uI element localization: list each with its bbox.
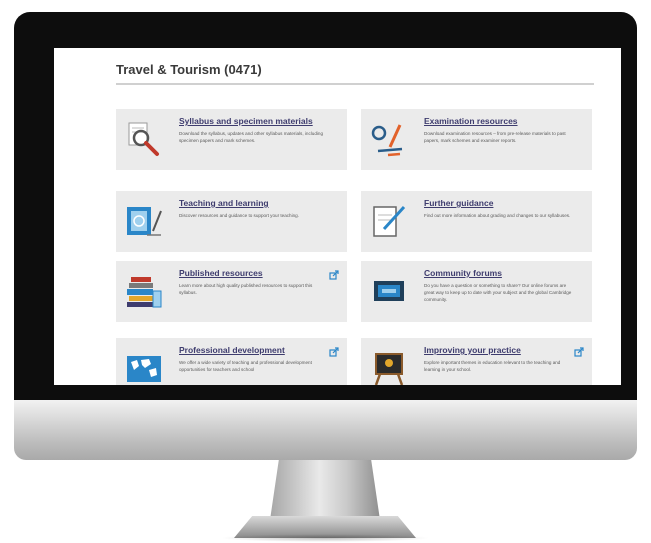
world-map-icon bbox=[125, 350, 163, 385]
card-teaching-learning[interactable]: Teaching and learning Discover resources… bbox=[116, 191, 347, 252]
monitor-chin bbox=[14, 400, 637, 460]
notepad-pen-icon bbox=[370, 203, 408, 239]
card-title[interactable]: Examination resources bbox=[424, 116, 518, 126]
screen: Travel & Tourism (0471) Syllabus and spe… bbox=[54, 48, 621, 385]
external-link-icon[interactable] bbox=[329, 267, 339, 280]
card-improving-practice[interactable]: Improving your practice Explore importan… bbox=[361, 338, 592, 385]
card-description: Learn more about high quality published … bbox=[179, 283, 313, 295]
external-link-icon[interactable] bbox=[574, 344, 584, 357]
marking-icon bbox=[370, 121, 408, 157]
card-professional-development[interactable]: Professional development We offer a wide… bbox=[116, 338, 347, 385]
books-icon bbox=[125, 273, 163, 309]
card-description: Download the syllabus, updates and other… bbox=[179, 131, 324, 143]
teaching-book-icon bbox=[125, 203, 163, 239]
card-description: Discover resources and guidance to suppo… bbox=[179, 213, 300, 218]
card-description: Find out more information about grading … bbox=[424, 213, 571, 218]
card-title[interactable]: Community forums bbox=[424, 268, 502, 278]
card-title[interactable]: Syllabus and specimen materials bbox=[179, 116, 313, 126]
card-syllabus-specimen[interactable]: Syllabus and specimen materials Download… bbox=[116, 109, 347, 170]
card-description: Explore important themes in education re… bbox=[424, 360, 561, 372]
page-title: Travel & Tourism (0471) bbox=[116, 62, 262, 77]
card-title[interactable]: Improving your practice bbox=[424, 345, 521, 355]
easel-icon bbox=[370, 350, 408, 385]
monitor-bezel: Travel & Tourism (0471) Syllabus and spe… bbox=[14, 12, 637, 400]
card-title[interactable]: Professional development bbox=[179, 345, 285, 355]
card-examination-resources[interactable]: Examination resources Download examinati… bbox=[361, 109, 592, 170]
card-description: We offer a wide variety of teaching and … bbox=[179, 360, 312, 372]
magnifier-icon bbox=[125, 121, 163, 157]
card-title[interactable]: Further guidance bbox=[424, 198, 493, 208]
external-link-icon[interactable] bbox=[329, 344, 339, 357]
card-community-forums[interactable]: Community forums Do you have a question … bbox=[361, 261, 592, 322]
card-description: Do you have a question or something to s… bbox=[424, 283, 572, 302]
stand-shadow bbox=[220, 534, 430, 542]
chat-board-icon bbox=[370, 273, 408, 309]
monitor-stand-neck bbox=[270, 460, 380, 520]
card-description: Download examination resources – from pr… bbox=[424, 131, 566, 143]
card-title[interactable]: Published resources bbox=[179, 268, 263, 278]
card-further-guidance[interactable]: Further guidance Find out more informati… bbox=[361, 191, 592, 252]
card-title[interactable]: Teaching and learning bbox=[179, 198, 269, 208]
title-divider bbox=[116, 83, 594, 85]
card-published-resources[interactable]: Published resources Learn more about hig… bbox=[116, 261, 347, 322]
